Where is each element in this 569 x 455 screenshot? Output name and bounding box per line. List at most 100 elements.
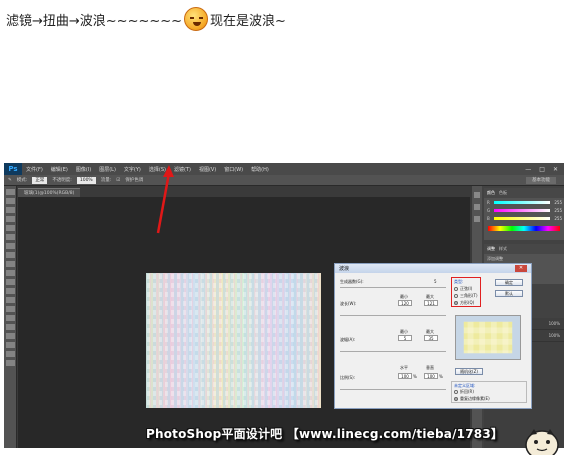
- channel-b-value[interactable]: 255: [554, 216, 562, 221]
- menu-view[interactable]: 视图(V): [195, 166, 220, 173]
- move-tool-icon[interactable]: [5, 189, 15, 195]
- tab-adjustments[interactable]: 调整: [487, 246, 495, 252]
- scale-h-unit: %: [413, 374, 417, 379]
- color-panel: 颜色 色板 R 255 G 255 B 255: [484, 188, 564, 240]
- caption: 滤镜→扭曲→波浪~~~~~~~ 现在是波浪~: [6, 4, 286, 34]
- generators-value[interactable]: 5: [434, 279, 437, 284]
- minimize-icon[interactable]: —: [525, 166, 531, 173]
- randomize-button[interactable]: 随机化(Z): [455, 368, 483, 375]
- type-label: 类型:: [454, 279, 464, 284]
- history-brush-tool-icon[interactable]: [5, 270, 15, 276]
- history-panel-icon[interactable]: [474, 192, 480, 198]
- dialog-preview: [455, 315, 521, 360]
- type-sine-radio[interactable]: 正弦(I): [454, 286, 472, 292]
- hand-tool-icon[interactable]: [5, 351, 15, 357]
- scale-slider[interactable]: [340, 389, 446, 390]
- repeat-edge-dot[interactable]: [454, 397, 458, 401]
- type-tool-icon[interactable]: [5, 324, 15, 330]
- dodge-tool-icon[interactable]: [5, 306, 15, 312]
- stamp-tool-icon[interactable]: [5, 261, 15, 267]
- workspace-select[interactable]: 基本功能: [526, 176, 556, 184]
- color-panel-tabs: 颜色 色板: [484, 188, 564, 198]
- scale-v-unit: %: [439, 374, 443, 379]
- channel-g-value[interactable]: 255: [554, 208, 562, 213]
- zoom-tool-icon[interactable]: [5, 360, 15, 366]
- menu-window[interactable]: 窗口(W): [220, 166, 247, 173]
- dialog-close-button[interactable]: ✕: [515, 265, 527, 272]
- menu-image[interactable]: 图像(I): [72, 166, 95, 173]
- character-panel-icon[interactable]: [474, 216, 480, 222]
- dialog-parameters: 生成器数(G): 5 波长(W): 最小 最大 120 121 波幅(A): 最…: [340, 277, 448, 405]
- path-select-tool-icon[interactable]: [5, 333, 15, 339]
- menu-file[interactable]: 文件(F): [22, 166, 47, 173]
- channel-r-value[interactable]: 255: [554, 200, 562, 205]
- type-triangle-radio[interactable]: 三角形(T): [454, 293, 478, 299]
- healing-tool-icon[interactable]: [5, 243, 15, 249]
- tab-swatches[interactable]: 色板: [499, 190, 507, 196]
- type-sine-label: 正弦(I): [460, 286, 473, 291]
- eyedropper-tool-icon[interactable]: [5, 234, 15, 240]
- tab-styles[interactable]: 样式: [499, 246, 507, 252]
- wavelength-slider[interactable]: [340, 315, 446, 316]
- channel-g-slider[interactable]: G 255: [487, 208, 562, 214]
- channel-b-slider[interactable]: B 255: [487, 216, 562, 222]
- mascot-icon: [525, 429, 559, 455]
- color-spectrum[interactable]: [488, 226, 560, 231]
- eraser-tool-icon[interactable]: [5, 279, 15, 285]
- channel-r-track[interactable]: [494, 201, 550, 204]
- emoji-icon: [184, 7, 209, 31]
- amplitude-min-input[interactable]: 5: [398, 335, 412, 341]
- layers-opacity-value[interactable]: 100%: [549, 321, 560, 326]
- repeat-edge-label: 重复边缘像素(E): [460, 396, 490, 401]
- mode-select[interactable]: 正常: [32, 176, 48, 184]
- channel-g-label: G: [487, 208, 491, 213]
- ok-button[interactable]: 确定: [495, 279, 523, 286]
- menu-type[interactable]: 文字(Y): [120, 166, 145, 173]
- blur-tool-icon[interactable]: [5, 297, 15, 303]
- wavelength-min-input[interactable]: 120: [398, 300, 412, 306]
- properties-panel-icon[interactable]: [474, 204, 480, 210]
- crop-tool-icon[interactable]: [5, 225, 15, 231]
- wrap-around-dot[interactable]: [454, 390, 458, 394]
- channel-b-track[interactable]: [494, 217, 550, 220]
- scale-v-input[interactable]: 100: [424, 373, 438, 379]
- lasso-tool-icon[interactable]: [5, 207, 15, 213]
- opacity-input[interactable]: 100%: [76, 176, 96, 184]
- type-square-radio[interactable]: 方形(Q): [454, 300, 474, 306]
- wrap-around-radio[interactable]: 折回(R): [454, 389, 474, 395]
- default-button[interactable]: 默认: [495, 290, 523, 297]
- channel-r-slider[interactable]: R 255: [487, 200, 562, 206]
- wave-pattern: [146, 273, 321, 408]
- amplitude-slider[interactable]: [340, 351, 446, 352]
- repeat-edge-radio[interactable]: 重复边缘像素(E): [454, 396, 490, 402]
- generators-slider[interactable]: [340, 287, 446, 288]
- tab-color[interactable]: 颜色: [487, 190, 495, 196]
- type-sine-dot[interactable]: [454, 287, 458, 291]
- red-arrow-icon: [156, 165, 174, 234]
- menu-layer[interactable]: 图层(L): [95, 166, 120, 173]
- protect-checkbox[interactable]: ☑: [116, 178, 120, 183]
- document-tab[interactable]: 玻璃(1)@100%(RGB/8): [18, 188, 81, 197]
- brush-tool-icon[interactable]: [5, 252, 15, 258]
- menu-help[interactable]: 帮助(H): [247, 166, 273, 173]
- amplitude-max-input[interactable]: 35: [424, 335, 438, 341]
- gradient-tool-icon[interactable]: [5, 288, 15, 294]
- brush-tool-icon[interactable]: ✎: [8, 178, 12, 183]
- scale-h-input[interactable]: 100: [398, 373, 412, 379]
- shape-tool-icon[interactable]: [5, 342, 15, 348]
- menu-edit[interactable]: 编辑(E): [47, 166, 72, 173]
- opacity-label: 不透明度:: [52, 178, 72, 183]
- type-triangle-label: 三角形(T): [460, 293, 478, 298]
- type-triangle-dot[interactable]: [454, 294, 458, 298]
- type-square-dot[interactable]: [454, 301, 458, 305]
- channel-g-track[interactable]: [494, 209, 550, 212]
- wavelength-max-input[interactable]: 121: [424, 300, 438, 306]
- dialog-titlebar[interactable]: 波浪 ✕: [335, 264, 531, 273]
- close-icon[interactable]: ✕: [553, 166, 558, 173]
- quick-select-tool-icon[interactable]: [5, 216, 15, 222]
- pen-tool-icon[interactable]: [5, 315, 15, 321]
- maximize-icon[interactable]: □: [539, 166, 545, 173]
- layers-fill-value[interactable]: 100%: [549, 333, 560, 338]
- flow-label: 流量:: [100, 178, 112, 183]
- marquee-tool-icon[interactable]: [5, 198, 15, 204]
